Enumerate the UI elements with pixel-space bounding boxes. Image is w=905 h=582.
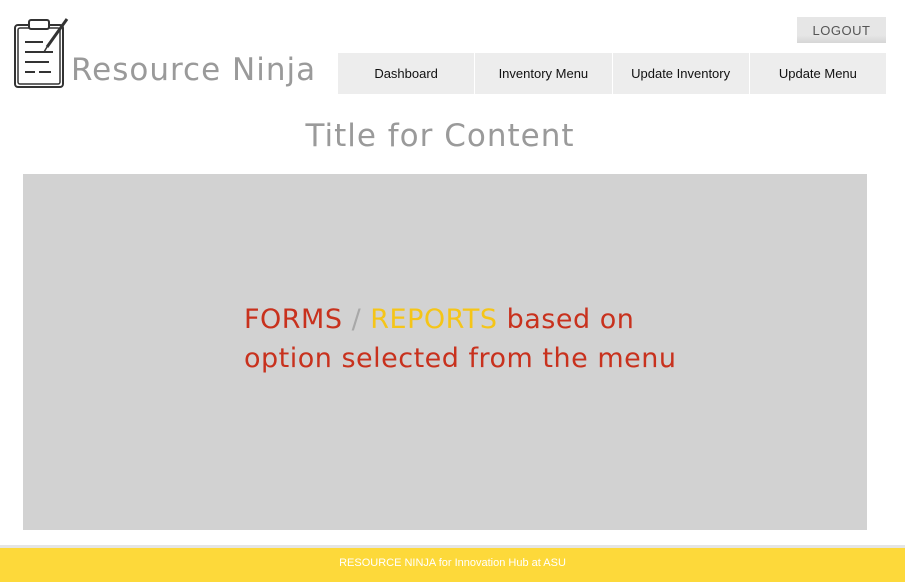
slash-separator: /	[342, 304, 371, 335]
brand-title: Resource Ninja	[71, 52, 317, 88]
reports-label: REPORTS	[370, 304, 498, 335]
panel-text-line-2: option selected from the menu	[244, 343, 677, 374]
content-title: Title for Content	[305, 118, 575, 154]
footer-text: RESOURCE NINJA for Innovation Hub at ASU	[339, 557, 566, 569]
content-panel: FORMS / REPORTS based on option selected…	[23, 174, 867, 530]
panel-text-line-1: FORMS / REPORTS based on	[244, 300, 676, 339]
nav-item-update-menu[interactable]: Update Menu	[749, 53, 886, 94]
clipboard-pencil-icon	[14, 18, 69, 88]
footer: RESOURCE NINJA for Innovation Hub at ASU	[0, 548, 905, 578]
nav-item-dashboard[interactable]: Dashboard	[338, 53, 476, 94]
footer-base	[0, 578, 905, 582]
panel-placeholder-text: FORMS / REPORTS based on option selected…	[244, 300, 676, 378]
line1-rest: based on	[497, 304, 635, 335]
nav-item-inventory-menu[interactable]: Inventory Menu	[475, 53, 613, 94]
forms-label: FORMS	[244, 304, 343, 335]
main-nav: Dashboard Inventory Menu Update Inventor…	[338, 53, 886, 94]
page: Resource Ninja LOGOUT Dashboard Inventor…	[0, 0, 905, 582]
nav-item-update-inventory[interactable]: Update Inventory	[612, 53, 750, 94]
logout-button[interactable]: LOGOUT	[797, 17, 886, 43]
